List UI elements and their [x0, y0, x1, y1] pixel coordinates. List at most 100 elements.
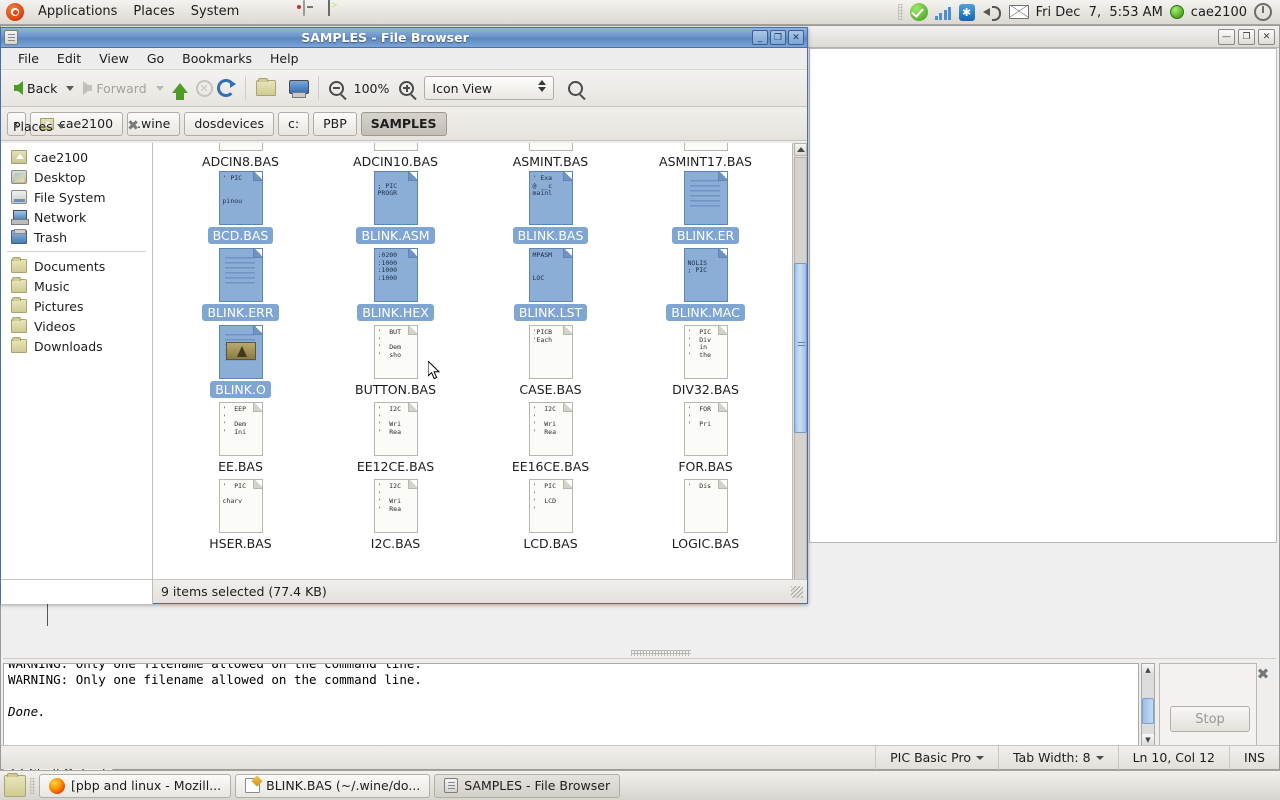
shell-close-icon[interactable]: ✖ [1256, 667, 1270, 682]
file-item[interactable]: ADCIN8.BAS [163, 143, 318, 170]
thunderbird-icon[interactable] [278, 1, 300, 23]
file-view-scrollbar[interactable] [792, 143, 807, 603]
places-close-icon[interactable]: ✖ [127, 118, 139, 134]
file-item[interactable]: ' FOR ' ' Pri FOR.BAS [628, 402, 783, 475]
reload-icon[interactable] [216, 79, 236, 97]
menu-applications[interactable]: Applications [30, 0, 125, 24]
editor-minimize-button[interactable]: — [1218, 28, 1235, 45]
file-item[interactable]: ' PIC ' Div ' in ' the DIV32.BAS [628, 325, 783, 398]
ubuntu-logo-icon[interactable] [6, 3, 24, 21]
sidebar-item-network[interactable]: Network [1, 207, 152, 227]
task-button-file-browser[interactable]: SAMPLES - File Browser [434, 773, 621, 798]
gamepad-icon[interactable] [303, 0, 325, 23]
mail-icon[interactable] [1008, 5, 1029, 19]
menu-bookmarks[interactable]: Bookmarks [173, 49, 261, 68]
status-tab-width[interactable]: Tab Width: 8 [997, 745, 1118, 770]
sidebar-item-music[interactable]: Music [1, 276, 152, 296]
update-manager-icon[interactable] [909, 3, 928, 21]
bluetooth-icon[interactable]: ✱ [958, 3, 975, 21]
fb-maximize-button[interactable]: ❐ [770, 30, 786, 45]
view-mode-select[interactable]: Icon View [424, 76, 555, 100]
show-desktop-icon[interactable] [4, 772, 26, 797]
file-item[interactable]: NOLIS ; PIC BLINK.MAC [628, 248, 783, 321]
file-item[interactable]: :0200 :1000 :1000 :1000 BLINK.HEX [318, 248, 473, 321]
firefox-icon[interactable] [253, 1, 275, 23]
file-item[interactable]: ; PIC PROGR BLINK.ASM [318, 171, 473, 244]
sidebar-item-cae2100[interactable]: cae2100 [1, 147, 152, 167]
places-chevron-down-icon[interactable] [56, 123, 65, 129]
sidebar-item-pictures[interactable]: Pictures [1, 296, 152, 316]
file-item[interactable]: BLINK.ERR [163, 248, 318, 321]
file-item[interactable]: BLINK.O [163, 325, 318, 398]
sidebar-item-videos[interactable]: Videos [1, 316, 152, 336]
file-item[interactable]: ' PIC charv HSER.BAS [163, 479, 318, 552]
file-item[interactable]: ' PIC pinou BCD.BAS [163, 171, 318, 244]
task-button-firefox[interactable]: [pbp and linux - Mozill... [39, 773, 232, 798]
sidebar-item-downloads[interactable]: Downloads [1, 336, 152, 356]
fb-close-button[interactable]: ✕ [788, 30, 804, 45]
breadcrumb-dosdevices[interactable]: dosdevices [184, 111, 275, 136]
back-button[interactable]: Back [9, 78, 62, 99]
fb-minimize-button[interactable]: _ [752, 30, 768, 45]
file-item[interactable]: ' BUT ' ' Dem ' sho BUTTON.BAS [318, 325, 473, 398]
zoom-in-icon[interactable] [399, 80, 415, 96]
file-item[interactable]: 'PICB 'Each CASE.BAS [473, 325, 628, 398]
user-name[interactable]: cae2100 [1191, 5, 1247, 20]
shell-pane-resize-grip[interactable] [631, 650, 691, 656]
menu-go[interactable]: Go [138, 49, 173, 68]
shell-scroll-up-arrow[interactable]: ▲ [1142, 664, 1154, 676]
clock[interactable]: Fri Dec 7, 5:53 AM [1036, 5, 1163, 20]
file-browser-titlebar[interactable]: SAMPLES - File Browser _ ❐ ✕ [1, 28, 807, 48]
home-folder-icon[interactable] [255, 78, 276, 96]
file-item[interactable]: ' I2C ' ' Wri ' Rea I2C.BAS [318, 479, 473, 552]
scrollbar-thumb[interactable] [794, 263, 807, 433]
file-item[interactable]: ADCIN10.BAS [318, 143, 473, 170]
file-item[interactable]: ASMINT17.BAS [628, 143, 783, 170]
file-item[interactable]: ASMINT.BAS [473, 143, 628, 170]
window-resize-grip[interactable] [791, 585, 803, 598]
sidebar-item-file-system[interactable]: File System [1, 187, 152, 207]
file-icon-view[interactable]: ADCIN8.BAS ADCIN10.BAS ASMINT.BAS ASMINT17.… [153, 143, 807, 603]
stop-icon[interactable]: ✕ [195, 79, 213, 97]
status-language[interactable]: PIC Basic Pro [875, 745, 998, 770]
editor-maximize-button[interactable]: ❐ [1238, 28, 1255, 45]
file-item[interactable]: ' EEP ' ' Dem ' Ini EE.BAS [163, 402, 318, 475]
forward-button[interactable]: Forward [78, 78, 151, 99]
scroll-up-arrow[interactable] [794, 143, 807, 156]
sidebar-item-trash[interactable]: Trash [1, 227, 152, 247]
zoom-out-icon[interactable] [328, 80, 344, 96]
shell-scroll-thumb[interactable] [1142, 698, 1154, 724]
search-icon[interactable] [568, 80, 584, 96]
volume-icon[interactable] [982, 4, 1002, 21]
menu-view[interactable]: View [90, 49, 138, 68]
breadcrumb-samples[interactable]: SAMPLES [360, 111, 447, 136]
back-history-chevron-down-icon[interactable] [66, 85, 75, 91]
forward-history-chevron-down-icon[interactable] [155, 85, 164, 91]
sidebar-item-documents[interactable]: Documents [1, 256, 152, 276]
file-item[interactable]: ' PIC ' ' LCD ' LCD.BAS [473, 479, 628, 552]
up-arrow-icon[interactable] [171, 83, 188, 100]
breadcrumb-c-drive[interactable]: c: [278, 111, 310, 136]
user-status-icon[interactable] [1169, 5, 1184, 19]
file-item[interactable]: BLINK.ER [628, 171, 783, 244]
file-item[interactable]: ' I2C ' ' Wri ' Rea EE12CE.BAS [318, 402, 473, 475]
menu-system[interactable]: System [183, 0, 247, 24]
breadcrumb-pbp[interactable]: PBP [313, 111, 357, 136]
file-item[interactable]: ' I2C ' ' Wri ' Rea EE16CE.BAS [473, 402, 628, 475]
computer-icon[interactable] [288, 79, 309, 98]
menu-edit[interactable]: Edit [48, 49, 90, 68]
shell-output-text[interactable]: WARNING: Only one filename allowed on th… [3, 663, 1139, 747]
file-item[interactable]: MPASM LOC BLINK.LST [473, 248, 628, 321]
menu-places[interactable]: Places [125, 0, 182, 24]
editor-close-button[interactable]: ✕ [1258, 28, 1275, 45]
power-icon[interactable] [1254, 3, 1272, 21]
file-item[interactable]: ' Dis LOGIC.BAS [628, 479, 783, 552]
shell-scrollbar[interactable]: ▲ ▼ [1141, 663, 1155, 747]
editor-text-area[interactable] [809, 48, 1277, 543]
file-item[interactable]: ' Exa @ __c mainl BLINK.BAS [473, 171, 628, 244]
terminal-icon[interactable] [328, 0, 350, 23]
sidebar-item-desktop[interactable]: Desktop [1, 167, 152, 187]
menu-file[interactable]: File [9, 49, 48, 68]
menu-help[interactable]: Help [261, 49, 308, 68]
stop-button[interactable]: Stop [1170, 706, 1250, 732]
